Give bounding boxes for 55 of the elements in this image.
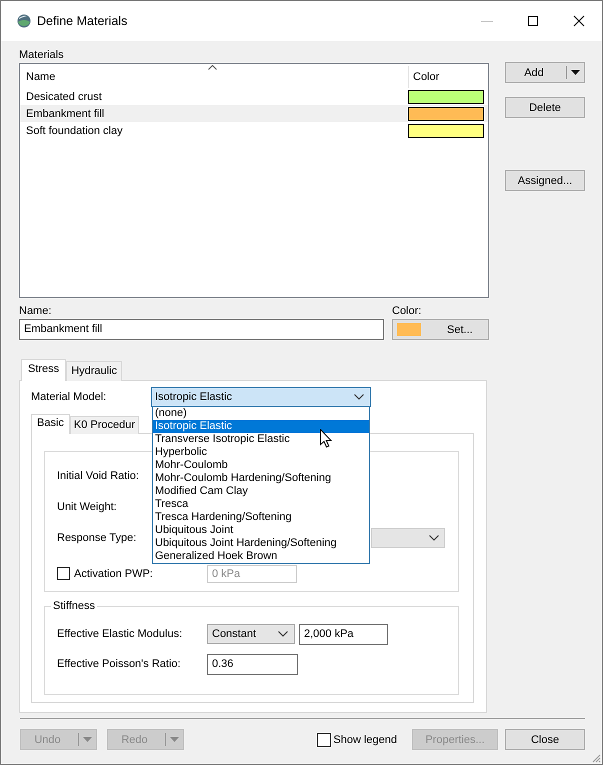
maximize-icon[interactable]: [527, 15, 539, 27]
column-header[interactable]: Color: [408, 66, 488, 88]
chevron-down-icon: [278, 631, 288, 637]
dropdown-option[interactable]: Tresca: [153, 498, 369, 511]
tab[interactable]: K0 Procedur: [70, 416, 140, 434]
dropdown-option[interactable]: Hyperbolic: [153, 446, 369, 459]
dropdown-option[interactable]: Generalized Hoek Brown: [153, 550, 369, 563]
name-field[interactable]: Embankment fill: [19, 319, 384, 340]
checkbox-label: Activation PWP:: [74, 568, 154, 580]
dropdown-arrow-icon[interactable]: [571, 70, 580, 75]
tab[interactable]: Hydraulic: [66, 361, 122, 381]
dropdown-option[interactable]: Ubiquitous Joint Hardening/Softening: [153, 537, 369, 550]
material-name: Soft foundation clay: [25, 124, 124, 136]
close-icon[interactable]: [573, 15, 585, 27]
window-title: Define Materials: [37, 14, 128, 28]
field-label: Unit Weight:: [57, 500, 117, 512]
modulus-type-dropdown[interactable]: Constant: [207, 624, 295, 644]
material-name: Embankment fill: [25, 108, 106, 120]
field-label: Effective Elastic Modulus:: [57, 628, 184, 640]
app-icon: [17, 14, 31, 28]
side-button[interactable]: Add: [505, 62, 585, 83]
chevron-down-icon: [429, 534, 439, 540]
value-field[interactable]: 2,000 kPa: [299, 624, 388, 644]
checkbox[interactable]: [317, 732, 332, 746]
cursor-icon: [320, 429, 333, 448]
set-color-button[interactable]: Set...: [392, 319, 489, 340]
dropdown-option[interactable]: Transverse Isotropic Elastic: [153, 433, 369, 446]
side-button[interactable]: Delete: [505, 97, 585, 118]
value-field[interactable]: 0.36: [207, 654, 298, 674]
dropdown-option[interactable]: Mohr-Coulomb: [153, 459, 369, 472]
field-label: Color:: [392, 304, 422, 319]
column-header[interactable]: Name: [20, 66, 408, 88]
side-button[interactable]: Assigned...: [505, 170, 585, 191]
material-row[interactable]: Embankment fill: [20, 105, 488, 122]
checkbox-label: Show legend: [333, 734, 397, 746]
chevron-down-icon: [354, 394, 364, 400]
dropdown-option[interactable]: Mohr-Coulomb Hardening/Softening: [153, 472, 369, 485]
field-label: Material Model:: [31, 391, 108, 403]
tab[interactable]: Stress: [21, 359, 66, 381]
section-label: Materials: [19, 48, 65, 63]
dropdown-option[interactable]: Isotropic Elastic: [153, 420, 369, 433]
field-label: Name:: [19, 304, 52, 319]
tab[interactable]: Basic: [31, 414, 70, 434]
resize-grip-icon[interactable]: [591, 753, 601, 763]
field-label: Response Type:: [57, 532, 136, 544]
material-row[interactable]: Desicated crust: [20, 88, 488, 105]
dropdown-option[interactable]: Modified Cam Clay: [153, 485, 369, 498]
field-label: Effective Poisson's Ratio:: [57, 658, 182, 670]
dropdown-option[interactable]: (none): [153, 407, 369, 420]
material-row[interactable]: Soft foundation clay: [20, 122, 488, 139]
material-name: Desicated crust: [25, 90, 103, 102]
dropdown-option[interactable]: Tresca Hardening/Softening: [153, 511, 369, 524]
close-button[interactable]: Close: [505, 729, 585, 750]
dropdown-option[interactable]: Ubiquitous Joint: [153, 524, 369, 537]
field-label: Initial Void Ratio:: [57, 470, 139, 482]
